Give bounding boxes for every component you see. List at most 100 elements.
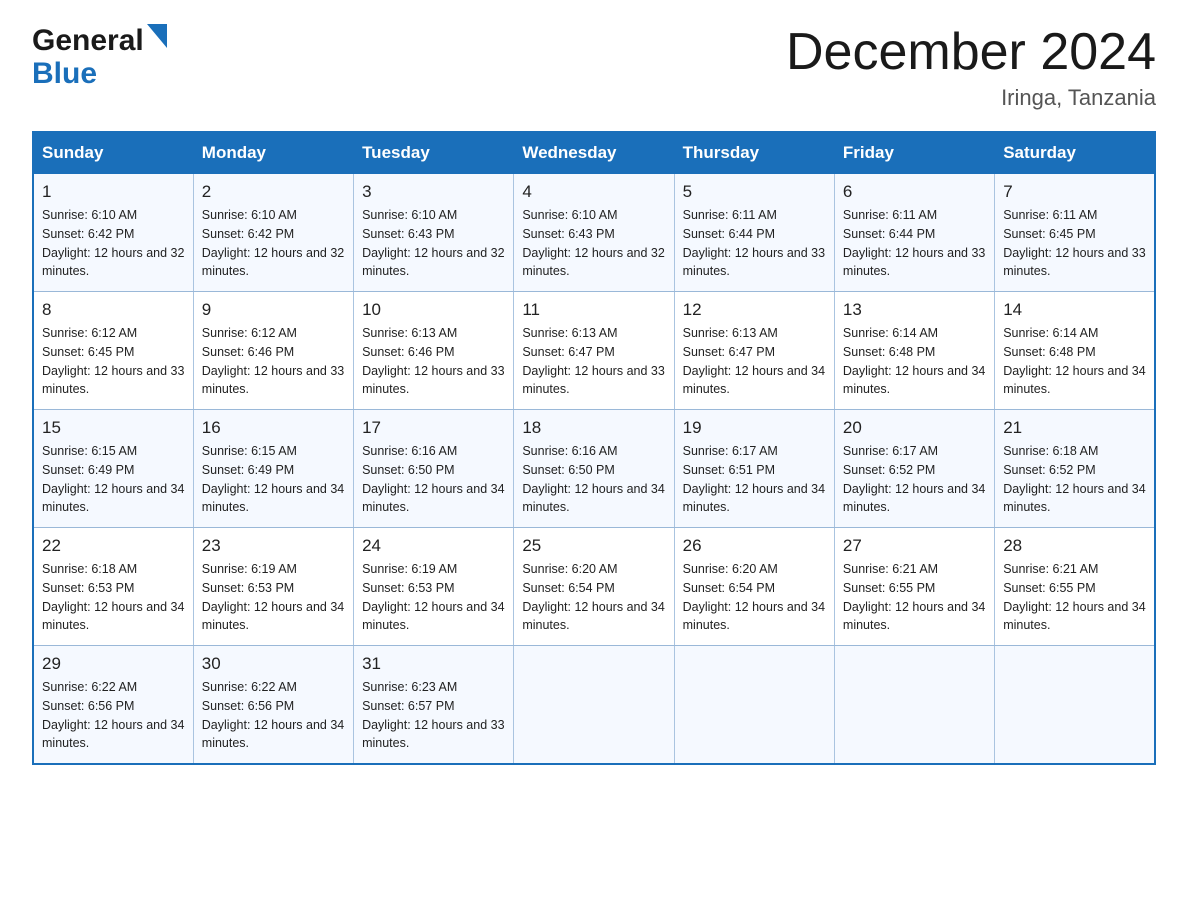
calendar-cell: 4 Sunrise: 6:10 AMSunset: 6:43 PMDayligh… xyxy=(514,174,674,292)
day-number: 11 xyxy=(522,300,665,320)
day-number: 16 xyxy=(202,418,345,438)
day-info: Sunrise: 6:16 AMSunset: 6:50 PMDaylight:… xyxy=(362,442,505,517)
calendar-cell xyxy=(834,646,994,765)
day-number: 31 xyxy=(362,654,505,674)
day-info: Sunrise: 6:17 AMSunset: 6:52 PMDaylight:… xyxy=(843,442,986,517)
calendar-cell xyxy=(674,646,834,765)
calendar-cell: 1 Sunrise: 6:10 AMSunset: 6:42 PMDayligh… xyxy=(33,174,193,292)
calendar-cell: 9 Sunrise: 6:12 AMSunset: 6:46 PMDayligh… xyxy=(193,292,353,410)
day-number: 28 xyxy=(1003,536,1146,556)
calendar-cell: 15 Sunrise: 6:15 AMSunset: 6:49 PMDaylig… xyxy=(33,410,193,528)
calendar-header-thursday: Thursday xyxy=(674,132,834,174)
page-header: General Blue December 2024 Iringa, Tanza… xyxy=(32,24,1156,111)
day-number: 1 xyxy=(42,182,185,202)
day-info: Sunrise: 6:12 AMSunset: 6:46 PMDaylight:… xyxy=(202,324,345,399)
day-number: 2 xyxy=(202,182,345,202)
day-number: 24 xyxy=(362,536,505,556)
day-info: Sunrise: 6:11 AMSunset: 6:44 PMDaylight:… xyxy=(843,206,986,281)
calendar-header-wednesday: Wednesday xyxy=(514,132,674,174)
calendar-cell: 16 Sunrise: 6:15 AMSunset: 6:49 PMDaylig… xyxy=(193,410,353,528)
day-info: Sunrise: 6:20 AMSunset: 6:54 PMDaylight:… xyxy=(522,560,665,635)
day-info: Sunrise: 6:15 AMSunset: 6:49 PMDaylight:… xyxy=(42,442,185,517)
calendar-cell: 23 Sunrise: 6:19 AMSunset: 6:53 PMDaylig… xyxy=(193,528,353,646)
calendar-week-row: 8 Sunrise: 6:12 AMSunset: 6:45 PMDayligh… xyxy=(33,292,1155,410)
calendar-cell: 13 Sunrise: 6:14 AMSunset: 6:48 PMDaylig… xyxy=(834,292,994,410)
calendar-cell: 2 Sunrise: 6:10 AMSunset: 6:42 PMDayligh… xyxy=(193,174,353,292)
logo: General Blue xyxy=(32,24,167,90)
calendar-cell: 7 Sunrise: 6:11 AMSunset: 6:45 PMDayligh… xyxy=(995,174,1155,292)
day-info: Sunrise: 6:11 AMSunset: 6:45 PMDaylight:… xyxy=(1003,206,1146,281)
calendar-cell: 8 Sunrise: 6:12 AMSunset: 6:45 PMDayligh… xyxy=(33,292,193,410)
day-info: Sunrise: 6:13 AMSunset: 6:47 PMDaylight:… xyxy=(683,324,826,399)
day-number: 23 xyxy=(202,536,345,556)
calendar-cell: 6 Sunrise: 6:11 AMSunset: 6:44 PMDayligh… xyxy=(834,174,994,292)
day-info: Sunrise: 6:14 AMSunset: 6:48 PMDaylight:… xyxy=(843,324,986,399)
calendar-cell: 24 Sunrise: 6:19 AMSunset: 6:53 PMDaylig… xyxy=(354,528,514,646)
day-info: Sunrise: 6:15 AMSunset: 6:49 PMDaylight:… xyxy=(202,442,345,517)
calendar-cell: 20 Sunrise: 6:17 AMSunset: 6:52 PMDaylig… xyxy=(834,410,994,528)
calendar-cell: 21 Sunrise: 6:18 AMSunset: 6:52 PMDaylig… xyxy=(995,410,1155,528)
calendar-cell xyxy=(514,646,674,765)
calendar-week-row: 29 Sunrise: 6:22 AMSunset: 6:56 PMDaylig… xyxy=(33,646,1155,765)
location: Iringa, Tanzania xyxy=(786,85,1156,111)
day-number: 13 xyxy=(843,300,986,320)
calendar-cell: 28 Sunrise: 6:21 AMSunset: 6:55 PMDaylig… xyxy=(995,528,1155,646)
calendar-cell: 29 Sunrise: 6:22 AMSunset: 6:56 PMDaylig… xyxy=(33,646,193,765)
day-number: 4 xyxy=(522,182,665,202)
day-number: 25 xyxy=(522,536,665,556)
calendar-week-row: 15 Sunrise: 6:15 AMSunset: 6:49 PMDaylig… xyxy=(33,410,1155,528)
day-info: Sunrise: 6:13 AMSunset: 6:46 PMDaylight:… xyxy=(362,324,505,399)
calendar-cell: 10 Sunrise: 6:13 AMSunset: 6:46 PMDaylig… xyxy=(354,292,514,410)
day-info: Sunrise: 6:22 AMSunset: 6:56 PMDaylight:… xyxy=(42,678,185,753)
day-number: 6 xyxy=(843,182,986,202)
day-number: 26 xyxy=(683,536,826,556)
day-info: Sunrise: 6:13 AMSunset: 6:47 PMDaylight:… xyxy=(522,324,665,399)
calendar-cell: 17 Sunrise: 6:16 AMSunset: 6:50 PMDaylig… xyxy=(354,410,514,528)
day-number: 7 xyxy=(1003,182,1146,202)
calendar-cell: 11 Sunrise: 6:13 AMSunset: 6:47 PMDaylig… xyxy=(514,292,674,410)
day-info: Sunrise: 6:20 AMSunset: 6:54 PMDaylight:… xyxy=(683,560,826,635)
day-number: 20 xyxy=(843,418,986,438)
calendar-header-tuesday: Tuesday xyxy=(354,132,514,174)
day-info: Sunrise: 6:21 AMSunset: 6:55 PMDaylight:… xyxy=(843,560,986,635)
calendar-cell: 3 Sunrise: 6:10 AMSunset: 6:43 PMDayligh… xyxy=(354,174,514,292)
calendar-header-sunday: Sunday xyxy=(33,132,193,174)
day-info: Sunrise: 6:10 AMSunset: 6:43 PMDaylight:… xyxy=(362,206,505,281)
day-info: Sunrise: 6:19 AMSunset: 6:53 PMDaylight:… xyxy=(362,560,505,635)
calendar-header-saturday: Saturday xyxy=(995,132,1155,174)
day-number: 27 xyxy=(843,536,986,556)
day-info: Sunrise: 6:14 AMSunset: 6:48 PMDaylight:… xyxy=(1003,324,1146,399)
day-info: Sunrise: 6:22 AMSunset: 6:56 PMDaylight:… xyxy=(202,678,345,753)
day-info: Sunrise: 6:21 AMSunset: 6:55 PMDaylight:… xyxy=(1003,560,1146,635)
day-number: 22 xyxy=(42,536,185,556)
day-info: Sunrise: 6:10 AMSunset: 6:42 PMDaylight:… xyxy=(42,206,185,281)
calendar-cell: 26 Sunrise: 6:20 AMSunset: 6:54 PMDaylig… xyxy=(674,528,834,646)
calendar-cell xyxy=(995,646,1155,765)
day-info: Sunrise: 6:11 AMSunset: 6:44 PMDaylight:… xyxy=(683,206,826,281)
logo-blue: Blue xyxy=(32,57,167,90)
day-number: 10 xyxy=(362,300,505,320)
day-info: Sunrise: 6:23 AMSunset: 6:57 PMDaylight:… xyxy=(362,678,505,753)
day-info: Sunrise: 6:10 AMSunset: 6:43 PMDaylight:… xyxy=(522,206,665,281)
day-info: Sunrise: 6:18 AMSunset: 6:52 PMDaylight:… xyxy=(1003,442,1146,517)
day-number: 17 xyxy=(362,418,505,438)
day-info: Sunrise: 6:17 AMSunset: 6:51 PMDaylight:… xyxy=(683,442,826,517)
calendar-table: SundayMondayTuesdayWednesdayThursdayFrid… xyxy=(32,131,1156,765)
day-number: 5 xyxy=(683,182,826,202)
calendar-header-friday: Friday xyxy=(834,132,994,174)
logo-triangle-icon xyxy=(147,24,167,48)
day-number: 29 xyxy=(42,654,185,674)
day-info: Sunrise: 6:12 AMSunset: 6:45 PMDaylight:… xyxy=(42,324,185,399)
day-number: 19 xyxy=(683,418,826,438)
day-number: 21 xyxy=(1003,418,1146,438)
day-number: 3 xyxy=(362,182,505,202)
calendar-cell: 18 Sunrise: 6:16 AMSunset: 6:50 PMDaylig… xyxy=(514,410,674,528)
calendar-cell: 14 Sunrise: 6:14 AMSunset: 6:48 PMDaylig… xyxy=(995,292,1155,410)
month-title: December 2024 xyxy=(786,24,1156,81)
calendar-cell: 27 Sunrise: 6:21 AMSunset: 6:55 PMDaylig… xyxy=(834,528,994,646)
calendar-cell: 19 Sunrise: 6:17 AMSunset: 6:51 PMDaylig… xyxy=(674,410,834,528)
day-info: Sunrise: 6:10 AMSunset: 6:42 PMDaylight:… xyxy=(202,206,345,281)
calendar-cell: 30 Sunrise: 6:22 AMSunset: 6:56 PMDaylig… xyxy=(193,646,353,765)
calendar-cell: 25 Sunrise: 6:20 AMSunset: 6:54 PMDaylig… xyxy=(514,528,674,646)
day-number: 15 xyxy=(42,418,185,438)
